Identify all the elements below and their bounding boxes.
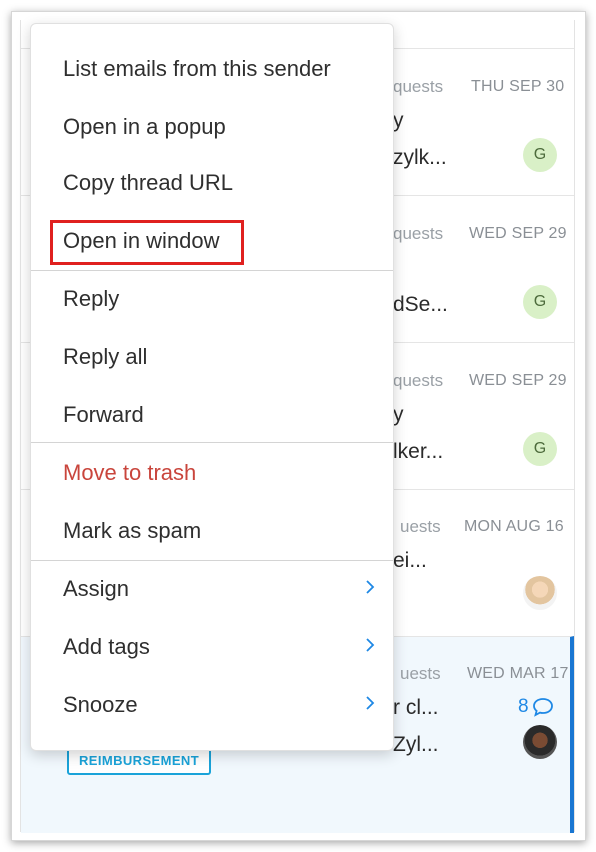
menu-item-label: Forward	[63, 402, 144, 427]
menu-item-mark-as-spam[interactable]: Mark as spam	[31, 504, 393, 558]
menu-item-list-emails-from-sender[interactable]: List emails from this sender	[31, 42, 393, 96]
email-folder: uests	[400, 664, 441, 683]
email-date: WED MAR 17	[467, 665, 569, 682]
menu-item-label: Assign	[63, 576, 130, 601]
menu-item-label: Open in a popup	[63, 114, 226, 139]
email-date: THU SEP 30	[471, 78, 565, 95]
menu-item-assign[interactable]: Assign	[31, 562, 393, 616]
menu-item-move-to-trash[interactable]: Move to trash	[31, 446, 393, 500]
menu-item-label: Copy thread URL	[63, 170, 233, 195]
menu-divider	[31, 270, 393, 271]
comment-count-value: 8	[518, 696, 529, 717]
email-folder: uests	[400, 517, 441, 536]
chevron-right-icon	[365, 636, 375, 659]
email-folder: quests	[393, 224, 444, 243]
email-preview: lker...	[393, 440, 444, 463]
menu-item-add-tags[interactable]: Add tags	[31, 620, 393, 674]
email-subject: ei...	[393, 549, 427, 572]
menu-divider	[31, 442, 393, 443]
avatar: G	[523, 432, 557, 466]
menu-item-label: Snooze	[63, 692, 138, 717]
highlight-annotation-box	[50, 220, 244, 265]
chevron-right-icon	[365, 694, 375, 717]
avatar	[523, 725, 557, 759]
menu-item-label: Move to trash	[63, 460, 197, 485]
menu-item-forward[interactable]: Forward	[31, 388, 393, 442]
menu-divider	[31, 560, 393, 561]
email-date: MON AUG 16	[464, 518, 564, 535]
email-date: WED SEP 29	[469, 225, 567, 242]
menu-item-reply-all[interactable]: Reply all	[31, 330, 393, 384]
email-date: WED SEP 29	[469, 372, 567, 389]
email-preview: dSe...	[393, 293, 448, 316]
menu-item-copy-thread-url[interactable]: Copy thread URL	[31, 156, 393, 210]
menu-item-reply[interactable]: Reply	[31, 272, 393, 326]
menu-item-open-in-popup[interactable]: Open in a popup	[31, 100, 393, 154]
menu-item-snooze[interactable]: Snooze	[31, 678, 393, 732]
email-subject: r cl...	[393, 696, 439, 719]
chevron-right-icon	[365, 578, 375, 601]
comment-icon	[532, 698, 553, 717]
email-folder: quests	[393, 371, 444, 390]
email-preview: Zyl...	[393, 733, 439, 756]
avatar: G	[523, 138, 557, 172]
email-preview: zylk...	[393, 146, 447, 169]
menu-item-label: Add tags	[63, 634, 150, 659]
comment-count[interactable]: 8	[518, 696, 554, 718]
avatar: G	[523, 285, 557, 319]
avatar	[523, 576, 557, 610]
menu-item-label: Mark as spam	[63, 518, 202, 543]
menu-item-label: List emails from this sender	[63, 56, 331, 81]
menu-item-label: Reply all	[63, 344, 148, 369]
email-subject: y	[393, 403, 404, 426]
email-folder: quests	[393, 77, 444, 96]
menu-item-label: Reply	[63, 286, 120, 311]
context-menu: List emails from this sender Open in a p…	[30, 23, 394, 751]
email-subject: y	[393, 109, 404, 132]
